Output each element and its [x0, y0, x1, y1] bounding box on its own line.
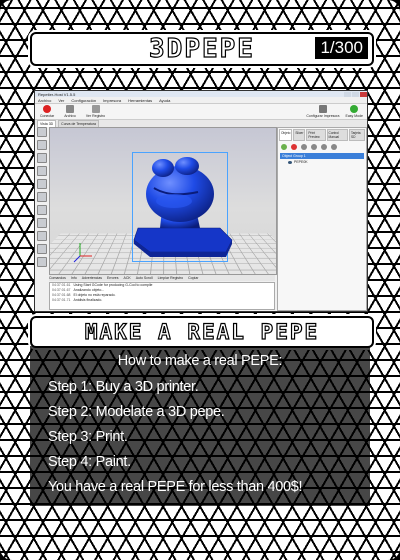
remove-object-icon[interactable] [291, 144, 297, 150]
description-heading: How to make a real PEPE: [117, 353, 283, 369]
add-object-icon[interactable] [281, 144, 287, 150]
log-row: 04:37:01.71 Análisis finalizado. [52, 298, 103, 302]
log-filter-bar: Comandos Info Advertencias Errores ACK A… [49, 275, 275, 281]
side-view-icon[interactable] [37, 218, 47, 228]
menu-item[interactable]: Ver [58, 98, 64, 103]
step-2: Step 2: Modelate a 3D pepe. [48, 404, 225, 420]
trading-card: 3DPEPE 1/300 Repetier-Host V1.5.5 Archiv… [0, 0, 400, 560]
menu-item[interactable]: Ayuda [159, 98, 170, 103]
move-object-icon[interactable] [37, 153, 47, 163]
card-counter: 1/300 [315, 37, 368, 59]
repetier-host-screenshot: Repetier-Host V1.5.5 Archivo Ver Configu… [34, 90, 368, 312]
printer-settings-button[interactable]: Configurar Impresora [306, 105, 339, 118]
power-icon [43, 105, 52, 113]
auto-scroll-toggle[interactable]: Auto Scroll [136, 276, 153, 280]
top-view-icon[interactable] [37, 205, 47, 215]
menu-item[interactable]: Archivo [38, 98, 51, 103]
wireframe-icon[interactable] [37, 244, 47, 254]
clear-log-button[interactable]: Limpiar Registro [158, 276, 183, 280]
tab-object[interactable]: Objeto [279, 129, 293, 141]
filter-info[interactable]: Info [71, 276, 77, 280]
tab-temperature-curve[interactable]: Curva de Temperatura [58, 120, 99, 127]
tab-print-preview[interactable]: Print Preview [306, 129, 326, 141]
step-4: Step 4: Paint. [48, 454, 131, 470]
tab-3d-view[interactable]: Vista 3D [37, 120, 57, 127]
rotate-object-icon[interactable] [331, 144, 337, 150]
printer-icon [318, 105, 327, 113]
log-panel: 04:37:01.61 Using Start GCode for produci… [49, 282, 275, 310]
easy-mode-button[interactable]: Easy Mode [345, 105, 363, 118]
menu-item[interactable]: Impresora [103, 98, 121, 103]
scale-object-icon[interactable] [321, 144, 327, 150]
filter-commands[interactable]: Comandos [49, 276, 66, 280]
filter-ack[interactable]: ACK [124, 276, 131, 280]
eye-icon[interactable] [288, 160, 292, 164]
3d-viewport[interactable] [49, 127, 277, 275]
connect-button[interactable]: Conectar [40, 105, 54, 118]
file-icon [66, 105, 75, 113]
card-subtitle: MAKE A REAL PEPE [84, 319, 320, 344]
object-actions [278, 142, 366, 152]
isometric-view-icon[interactable] [37, 231, 47, 241]
zoom-icon[interactable] [37, 166, 47, 176]
step-1: Step 1: Buy a 3D printer. [48, 379, 199, 395]
zoom-in-icon[interactable] [37, 179, 47, 189]
tab-sd-card[interactable]: Tarjeta SD [349, 129, 366, 141]
file-button[interactable]: Archivo [64, 105, 76, 118]
easy-mode-icon [350, 105, 359, 113]
subtitle-banner: MAKE A REAL PEPE [30, 316, 374, 348]
rotate-icon[interactable] [37, 127, 47, 137]
object-group-item[interactable]: Object Group 1 [280, 153, 364, 159]
maximize-icon[interactable] [352, 91, 359, 97]
minimize-icon[interactable] [344, 91, 351, 97]
menu-bar: Archivo Ver Configuración Impresora Herr… [35, 97, 367, 104]
window-title: Repetier-Host V1.5.5 [38, 91, 76, 97]
pepe-model[interactable] [50, 128, 276, 274]
final-line: You have a real PEPE for less than 400$! [48, 479, 303, 495]
filter-errors[interactable]: Errores [107, 276, 118, 280]
copy-button[interactable]: Copiar [188, 276, 198, 280]
description-box: How to make a real PEPE: Step 1: Buy a 3… [30, 346, 370, 506]
front-view-icon[interactable] [37, 192, 47, 202]
filter-warnings[interactable]: Advertencias [82, 276, 102, 280]
tab-manual-control[interactable]: Control Manual [326, 129, 348, 141]
step-3: Step 3: Print. [48, 429, 128, 445]
right-panel-tabs: Objeto Slicer Print Preview Control Manu… [278, 128, 366, 142]
slice-icon[interactable] [37, 257, 47, 267]
center-object-icon[interactable] [311, 144, 317, 150]
close-icon[interactable] [360, 91, 367, 97]
object-name: PEPE0K [294, 160, 308, 164]
copy-object-icon[interactable] [301, 144, 307, 150]
title-banner: 3DPEPE 1/300 [30, 32, 374, 66]
tab-slicer[interactable]: Slicer [293, 129, 306, 141]
view-log-button[interactable]: Ver Registro [86, 105, 105, 118]
view-tools [37, 127, 47, 267]
view-tabs: Vista 3D Curva de Temperatura [35, 120, 367, 127]
toolbar: Conectar Archivo Ver Registro Configurar… [35, 104, 367, 120]
object-list-item[interactable]: PEPE0K [288, 160, 364, 164]
menu-item[interactable]: Configuración [71, 98, 96, 103]
pencil-icon [91, 105, 100, 113]
object-panel: Objeto Slicer Print Preview Control Manu… [277, 127, 367, 311]
menu-item[interactable]: Herramientas [128, 98, 152, 103]
move-icon[interactable] [37, 140, 47, 150]
